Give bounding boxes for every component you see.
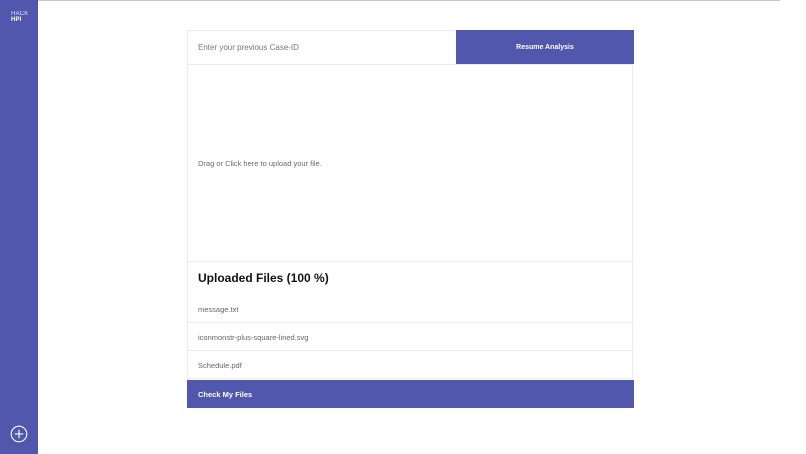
file-row: message.txt [188, 295, 634, 323]
case-id-input[interactable] [188, 31, 456, 64]
check-my-files-button[interactable]: Check My Files [187, 380, 634, 408]
app-logo: HACK HPI [11, 11, 28, 23]
logo-line-2: HPI [11, 17, 22, 23]
resume-analysis-label: Resume Analysis [516, 43, 574, 51]
file-dropzone[interactable]: Drag or Click here to upload your file. [188, 65, 634, 262]
case-search-row: Resume Analysis [188, 30, 634, 65]
upload-card: Resume Analysis Drag or Click here to up… [187, 30, 634, 408]
file-name: Schedule.pdf [198, 361, 242, 370]
file-name: message.txt [198, 305, 239, 314]
file-row: Schedule.pdf [188, 351, 634, 379]
resume-analysis-button[interactable]: Resume Analysis [456, 30, 634, 64]
logo-line-1: HACK [11, 11, 29, 17]
add-case-button[interactable] [10, 425, 28, 443]
sidebar: HACK HPI [0, 0, 38, 454]
file-row: iconmonstr-plus-square-lined.svg [188, 323, 634, 351]
file-name: iconmonstr-plus-square-lined.svg [198, 333, 309, 342]
check-my-files-label: Check My Files [198, 389, 253, 399]
uploaded-files-title: Uploaded Files (100 %) [198, 271, 329, 285]
top-divider [0, 0, 780, 1]
dropzone-text: Drag or Click here to upload your file. [198, 159, 322, 168]
plus-circle-icon [10, 425, 28, 443]
